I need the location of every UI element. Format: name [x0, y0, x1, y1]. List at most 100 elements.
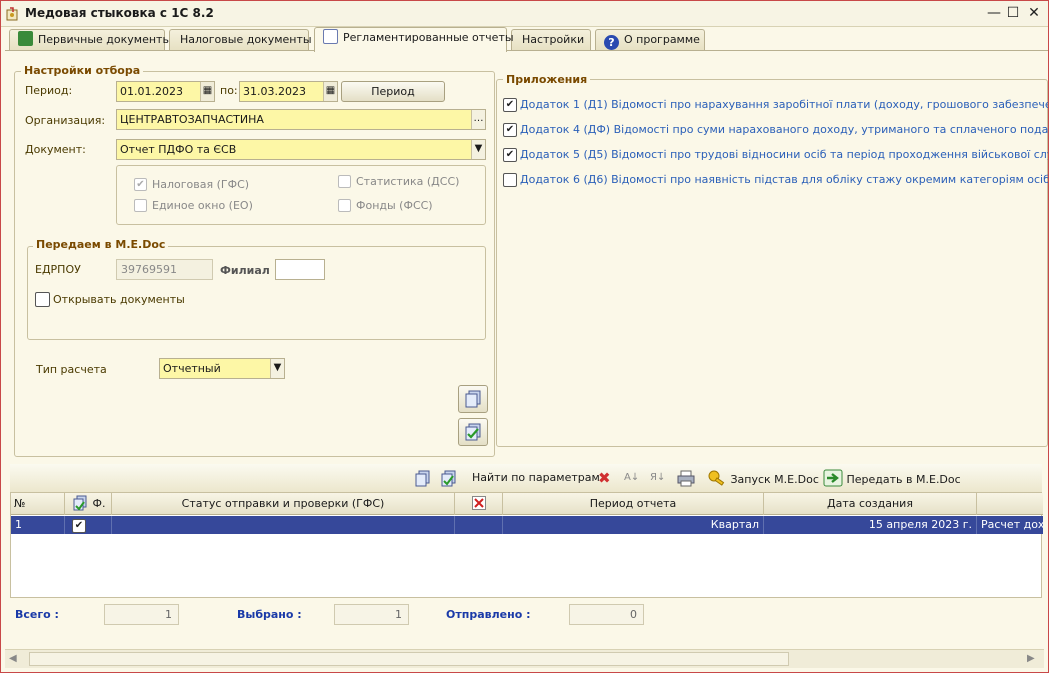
check-pages-icon — [73, 495, 87, 511]
scroll-right-icon[interactable]: ▶ — [1027, 653, 1035, 664]
calendar-icon[interactable]: ▦ — [323, 82, 337, 101]
sort-ascending-icon[interactable]: A↓ — [624, 469, 639, 487]
selected-value: 1 — [334, 604, 409, 625]
col-period[interactable]: Период отчета — [503, 493, 764, 515]
tax-gfs-checkbox[interactable]: ✔ — [134, 178, 147, 191]
reports-table: № Ф. Статус отправки и проверки (ГФС) Пе… — [10, 492, 1043, 598]
sent-value: 0 — [569, 604, 644, 625]
tab-bar: Первичные документы Налоговые документы … — [5, 27, 1045, 52]
branch-field[interactable] — [275, 259, 325, 280]
organization-field[interactable]: ЦЕНТРАВТОЗАПЧАСТИНА … — [116, 109, 486, 130]
total-label: Всего : — [15, 608, 59, 621]
sent-label: Отправлено : — [446, 608, 531, 621]
attachment-checkbox[interactable]: ✔ — [503, 98, 517, 112]
cell-status — [112, 516, 455, 534]
single-window-label: Единое окно (ЕО) — [152, 199, 253, 212]
key-icon — [708, 470, 725, 486]
row-checkbox[interactable]: ✔ — [72, 519, 86, 533]
close-button[interactable]: ✕ — [1025, 4, 1043, 22]
help-icon: ? — [604, 35, 619, 50]
table-row[interactable]: 1 ✔ Квартал 15 апреля 2023 г. Расчет дох… — [11, 516, 1043, 534]
date-to-field[interactable]: 31.03.2023 ▦ — [239, 81, 338, 102]
medoc-group-title: Передаем в M.E.Doc — [33, 238, 169, 251]
minimize-button[interactable]: — — [985, 4, 1003, 22]
arrow-right-icon — [823, 469, 843, 487]
title-bar: Медовая стыковка с 1С 8.2 — ☐ ✕ — [1, 1, 1048, 27]
report-type-options: ✔ Налоговая (ГФС) Единое окно (ЕО) Стати… — [116, 165, 486, 225]
chevron-down-icon[interactable]: ▼ — [471, 140, 485, 159]
attachment-link[interactable]: Додаток 4 (ДФ) Відомості про суми нарахо… — [520, 123, 1048, 136]
maximize-button[interactable]: ☐ — [1004, 4, 1022, 22]
attachment-checkbox[interactable]: ✔ — [503, 123, 517, 137]
launch-medoc-button[interactable]: Запуск M.E.Doc — [707, 469, 819, 487]
check-pages-icon[interactable] — [438, 469, 458, 487]
tab-settings[interactable]: Настройки — [511, 29, 591, 51]
open-documents-label: Открывать документы — [53, 293, 185, 306]
check-pages-icon — [465, 423, 481, 441]
single-window-checkbox[interactable] — [134, 199, 147, 212]
select-ellipsis-icon[interactable]: … — [471, 110, 485, 129]
copy-pages-icon[interactable] — [412, 469, 432, 487]
col-status[interactable]: Статус отправки и проверки (ГФС) — [112, 493, 455, 515]
app-icon — [6, 7, 20, 21]
attachment-item[interactable]: ✔ Додаток 5 (Д5) Відомості про трудові в… — [503, 147, 1048, 165]
organization-label: Организация: — [25, 114, 106, 127]
date-from-field[interactable]: 01.01.2023 ▦ — [116, 81, 215, 102]
calc-type-label: Тип расчета — [36, 363, 107, 376]
report-document-icon — [323, 29, 338, 44]
to-label: по: — [220, 84, 238, 97]
tab-primary-docs[interactable]: Первичные документы — [9, 29, 171, 51]
select-all-button[interactable] — [458, 385, 488, 413]
funds-checkbox[interactable] — [338, 199, 351, 212]
check-all-button[interactable] — [458, 418, 488, 446]
col-error[interactable] — [455, 493, 503, 515]
horizontal-scrollbar[interactable]: ◀ ▶ — [5, 649, 1044, 668]
cell-error — [455, 516, 503, 534]
col-created[interactable]: Дата создания — [764, 493, 977, 515]
attachment-item[interactable]: ✔ Додаток 1 (Д1) Відомості про нарахуван… — [503, 97, 1048, 115]
col-number[interactable]: № — [11, 493, 65, 515]
attachment-item[interactable]: Додаток 6 (Д6) Відомості про наявність п… — [503, 172, 1048, 190]
tab-about[interactable]: ? О программе — [595, 29, 705, 51]
attachment-checkbox[interactable]: ✔ — [503, 148, 517, 162]
col-flag[interactable]: Ф. — [65, 493, 112, 515]
edrpou-label: ЕДРПОУ — [35, 263, 81, 276]
funds-label: Фонды (ФСС) — [356, 199, 433, 212]
tax-gfs-label: Налоговая (ГФС) — [152, 178, 250, 191]
document-select[interactable]: Отчет ПДФО та ЄСВ ▼ — [116, 139, 486, 160]
attachment-checkbox[interactable] — [503, 173, 517, 187]
attachment-link[interactable]: Додаток 1 (Д1) Відомості про нарахування… — [520, 98, 1048, 111]
open-documents-checkbox[interactable] — [35, 292, 50, 307]
cell-extra: Расчет дохо — [981, 518, 1043, 531]
attachment-item[interactable]: ✔ Додаток 4 (ДФ) Відомості про суми нара… — [503, 122, 1048, 140]
cell-flag: ✔ — [65, 516, 112, 534]
cell-created: 15 апреля 2023 г. — [764, 516, 977, 534]
delete-icon[interactable]: ✖ — [598, 469, 611, 487]
window-title: Медовая стыковка с 1С 8.2 — [25, 6, 214, 20]
scroll-thumb[interactable] — [29, 652, 789, 666]
cell-number: 1 — [11, 516, 65, 534]
chevron-down-icon[interactable]: ▼ — [270, 359, 284, 378]
branch-label: Филиал — [220, 264, 270, 277]
attachment-link[interactable]: Додаток 5 (Д5) Відомості про трудові від… — [520, 148, 1048, 161]
scroll-left-icon[interactable]: ◀ — [9, 653, 17, 664]
grid-toolbar: Найти по параметрам ✖ A↓ Я↓ Запуск M.E.D… — [10, 464, 1042, 492]
statistics-checkbox[interactable] — [338, 175, 351, 188]
attachment-link[interactable]: Додаток 6 (Д6) Відомості про наявність п… — [520, 173, 1048, 186]
transfer-medoc-button[interactable]: Передать в M.E.Doc — [823, 469, 961, 487]
col-extra[interactable] — [977, 493, 1043, 515]
period-label: Период: — [25, 84, 73, 97]
period-button[interactable]: Период — [341, 81, 445, 102]
calc-type-select[interactable]: Отчетный ▼ — [159, 358, 285, 379]
print-icon[interactable] — [676, 469, 696, 487]
selected-label: Выбрано : — [237, 608, 302, 621]
edrpou-field[interactable]: 39769591 — [116, 259, 213, 280]
calendar-icon[interactable]: ▦ — [200, 82, 214, 101]
tab-reg-reports[interactable]: Регламентированные отчеты — [314, 27, 514, 52]
copy-pages-icon — [465, 390, 481, 408]
tab-tax-docs[interactable]: Налоговые документы — [169, 29, 312, 51]
book-icon — [18, 31, 33, 46]
sort-descending-icon[interactable]: Я↓ — [650, 469, 665, 487]
find-by-params-button[interactable]: Найти по параметрам — [472, 469, 600, 487]
filter-settings-title: Настройки отбора — [21, 64, 144, 77]
